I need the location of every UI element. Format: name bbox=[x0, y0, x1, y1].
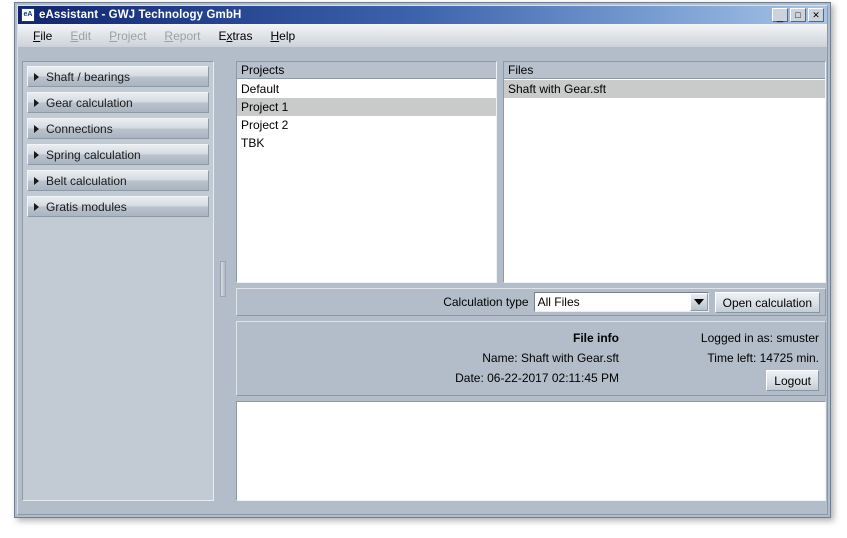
sidebar-item-label: Connections bbox=[46, 122, 113, 136]
close-icon: ✕ bbox=[809, 9, 823, 21]
sidebar-item-belt-calculation[interactable]: Belt calculation bbox=[27, 170, 209, 191]
chevron-down-icon[interactable] bbox=[690, 293, 708, 311]
menu-bar: File Edit Project Report Extras Help bbox=[18, 24, 827, 47]
logout-button[interactable]: Logout bbox=[766, 370, 819, 391]
calculation-type-select[interactable]: All Files bbox=[534, 292, 709, 312]
sidebar-item-gear-calculation[interactable]: Gear calculation bbox=[27, 92, 209, 113]
menu-file-rest: ile bbox=[40, 29, 52, 43]
chevron-right-icon bbox=[34, 73, 39, 81]
sidebar-item-label: Gear calculation bbox=[46, 96, 133, 110]
calculation-type-label: Calculation type bbox=[443, 295, 528, 309]
list-item[interactable]: Project 1 bbox=[237, 98, 496, 116]
application-window: eA eAssistant - GWJ Technology GmbH _ □ … bbox=[14, 2, 831, 518]
menu-report-rest: eport bbox=[173, 29, 200, 43]
menu-help[interactable]: Help bbox=[261, 27, 304, 45]
list-item[interactable]: Default bbox=[237, 80, 496, 98]
chevron-down-glyph bbox=[694, 299, 704, 305]
sidebar-item-connections[interactable]: Connections bbox=[27, 118, 209, 139]
app-icon: eA bbox=[21, 8, 35, 22]
close-button[interactable]: ✕ bbox=[808, 8, 824, 22]
window-body: Shaft / bearings Gear calculation Connec… bbox=[18, 47, 827, 514]
sidebar-item-gratis-modules[interactable]: Gratis modules bbox=[27, 196, 209, 217]
sidebar-item-label: Shaft / bearings bbox=[46, 70, 130, 84]
sidebar-item-spring-calculation[interactable]: Spring calculation bbox=[27, 144, 209, 165]
file-info-title: File info bbox=[237, 328, 619, 348]
calculation-type-bar: Calculation type All Files Open calculat… bbox=[236, 288, 826, 316]
projects-header: Projects bbox=[237, 62, 496, 79]
list-item[interactable]: Shaft with Gear.sft bbox=[504, 80, 825, 98]
sidebar-item-shaft-bearings[interactable]: Shaft / bearings bbox=[27, 66, 209, 87]
file-info-name: Name: Shaft with Gear.sft bbox=[237, 348, 619, 368]
chevron-right-icon bbox=[34, 203, 39, 211]
file-info-right: Logged in as: smuster Time left: 14725 m… bbox=[629, 328, 819, 368]
screenshot-root: eA eAssistant - GWJ Technology GmbH _ □ … bbox=[0, 0, 847, 538]
chevron-right-icon bbox=[34, 125, 39, 133]
content-area: Projects Default Project 1 Project 2 TBK… bbox=[222, 61, 820, 501]
minimize-button[interactable]: _ bbox=[772, 8, 788, 22]
minimize-icon: _ bbox=[773, 9, 787, 21]
time-left-status: Time left: 14725 min. bbox=[629, 348, 819, 368]
menu-report[interactable]: Report bbox=[155, 27, 209, 45]
menu-project-rest: roject bbox=[117, 29, 146, 43]
preview-panel[interactable] bbox=[236, 401, 826, 501]
title-bar: eA eAssistant - GWJ Technology GmbH _ □ … bbox=[18, 6, 827, 24]
file-info-panel: File info Name: Shaft with Gear.sft Date… bbox=[236, 321, 826, 396]
chevron-right-icon bbox=[34, 99, 39, 107]
file-info-date: Date: 06-22-2017 02:11:45 PM bbox=[237, 368, 619, 388]
files-header: Files bbox=[504, 62, 825, 79]
menu-project[interactable]: Project bbox=[100, 27, 155, 45]
window-title: eAssistant - GWJ Technology GmbH bbox=[39, 9, 241, 21]
list-item[interactable]: TBK bbox=[237, 134, 496, 152]
logged-in-status: Logged in as: smuster bbox=[629, 328, 819, 348]
menu-edit-rest: dit bbox=[78, 29, 91, 43]
chevron-right-icon bbox=[34, 177, 39, 185]
list-item[interactable]: Project 2 bbox=[237, 116, 496, 134]
projects-panel: Projects Default Project 1 Project 2 TBK bbox=[236, 61, 497, 283]
window-controls: _ □ ✕ bbox=[772, 8, 826, 22]
maximize-icon: □ bbox=[791, 9, 805, 21]
menu-file[interactable]: File bbox=[24, 27, 61, 45]
calculation-type-value: All Files bbox=[535, 295, 690, 309]
module-sidebar: Shaft / bearings Gear calculation Connec… bbox=[22, 61, 214, 501]
projects-list[interactable]: Default Project 1 Project 2 TBK bbox=[237, 80, 496, 282]
sidebar-item-label: Spring calculation bbox=[46, 148, 141, 162]
menu-edit[interactable]: Edit bbox=[61, 27, 100, 45]
menu-extras-rest: tras bbox=[232, 29, 252, 43]
menu-extras[interactable]: Extras bbox=[209, 27, 261, 45]
sidebar-item-label: Gratis modules bbox=[46, 200, 127, 214]
sidebar-item-label: Belt calculation bbox=[46, 174, 127, 188]
open-calculation-button[interactable]: Open calculation bbox=[715, 292, 820, 313]
files-panel: Files Shaft with Gear.sft bbox=[503, 61, 826, 283]
chevron-right-icon bbox=[34, 151, 39, 159]
files-list[interactable]: Shaft with Gear.sft bbox=[504, 80, 825, 282]
file-info-left: File info Name: Shaft with Gear.sft Date… bbox=[237, 328, 627, 388]
maximize-button[interactable]: □ bbox=[790, 8, 806, 22]
menu-help-rest: elp bbox=[279, 29, 295, 43]
